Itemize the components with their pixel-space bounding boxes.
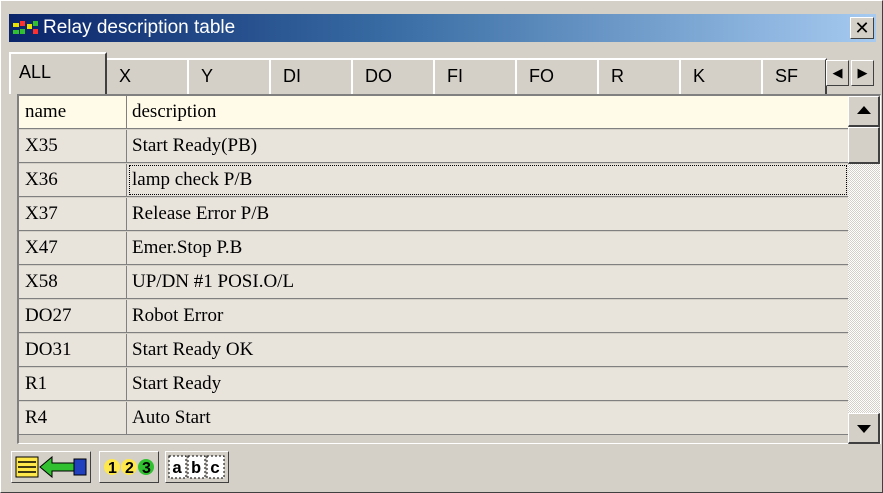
numbered-sort-icon: 1 2 3 [104, 459, 154, 477]
relay-name-cell[interactable]: X36 [19, 164, 127, 196]
tab-all[interactable]: ALL [9, 52, 107, 94]
relay-description-cell[interactable]: Start Ready [128, 368, 848, 400]
relay-name-cell[interactable]: X37 [19, 198, 127, 230]
tab-r[interactable]: R [597, 58, 681, 94]
relay-name-cell[interactable]: DO31 [19, 334, 127, 366]
relay-table[interactable]: name description X35 Start Ready(PB) X36… [19, 96, 848, 444]
tab-fi[interactable]: FI [433, 58, 517, 94]
svg-text:c: c [210, 460, 220, 479]
relay-description-cell[interactable]: lamp check P/B [128, 164, 848, 196]
relay-description-cell[interactable]: Release Error P/B [128, 198, 848, 230]
table-row[interactable]: X37 Release Error P/B [19, 198, 848, 231]
table-row[interactable]: DO27 Robot Error [19, 300, 848, 333]
table-row[interactable]: DO31 Start Ready OK [19, 334, 848, 367]
relay-name-cell[interactable]: X47 [19, 232, 127, 264]
tab-scroll-buttons: ◀ ▶ [826, 60, 874, 86]
title-bar[interactable]: Relay description table ✕ [9, 14, 876, 42]
relay-description-cell[interactable]: Auto Start [128, 402, 848, 434]
alpha-sort-button[interactable]: a b c [165, 451, 229, 483]
relay-description-cell[interactable]: UP/DN #1 POSI.O/L [128, 266, 848, 298]
table-header-row: name description [19, 96, 848, 129]
relay-description-cell[interactable]: Emer.Stop P.B [128, 232, 848, 264]
tab-strip: ALL X Y DI DO FI FO R K SF ◀ ▶ [9, 52, 876, 94]
svg-text:2: 2 [125, 460, 134, 477]
table-row[interactable]: X35 Start Ready(PB) [19, 130, 848, 163]
arrow-up-icon [857, 106, 871, 114]
import-button[interactable] [11, 451, 91, 483]
table-row[interactable]: R4 Auto Start [19, 402, 848, 435]
relay-name-cell[interactable]: R1 [19, 368, 127, 400]
relay-description-cell[interactable]: Start Ready(PB) [128, 130, 848, 162]
table-row[interactable]: X47 Emer.Stop P.B [19, 232, 848, 265]
svg-text:a: a [172, 460, 182, 479]
tab-x[interactable]: X [105, 58, 189, 94]
alpha-sort-icon: a b c [168, 455, 225, 479]
tab-k[interactable]: K [679, 58, 763, 94]
relay-description-cell[interactable]: Robot Error [128, 300, 848, 332]
table-row[interactable]: X58 UP/DN #1 POSI.O/L [19, 266, 848, 299]
column-header-name[interactable]: name [19, 96, 127, 128]
svg-text:b: b [191, 460, 201, 479]
scroll-down-button[interactable] [848, 413, 880, 444]
tab-scroll-right-icon[interactable]: ▶ [851, 60, 874, 86]
svg-text:3: 3 [142, 460, 151, 477]
arrow-down-icon [857, 425, 871, 433]
close-button[interactable]: ✕ [850, 17, 874, 39]
relay-name-cell[interactable]: DO27 [19, 300, 127, 332]
table-row-selected[interactable]: X36 lamp check P/B [19, 164, 848, 197]
tab-sf[interactable]: SF [761, 58, 827, 94]
relay-description-cell[interactable]: Start Ready OK [128, 334, 848, 366]
import-arrow-icon [15, 455, 87, 479]
svg-text:1: 1 [108, 460, 117, 477]
scroll-up-button[interactable] [848, 96, 880, 127]
bottom-toolbar: 1 2 3 a b c [9, 447, 876, 487]
relay-table-frame: name description X35 Start Ready(PB) X36… [17, 94, 881, 444]
vertical-scrollbar[interactable] [848, 96, 880, 444]
tab-y[interactable]: Y [187, 58, 271, 94]
scrollbar-thumb[interactable] [848, 127, 880, 164]
relay-app-icon [13, 21, 38, 34]
tab-do[interactable]: DO [351, 58, 435, 94]
column-header-description[interactable]: description [128, 96, 848, 128]
relay-description-window: Relay description table ✕ ALL X Y DI DO … [0, 0, 883, 493]
relay-name-cell[interactable]: X58 [19, 266, 127, 298]
tab-di[interactable]: DI [269, 58, 353, 94]
numeric-sort-button[interactable]: 1 2 3 [99, 451, 159, 483]
tab-scroll-left-icon[interactable]: ◀ [826, 60, 849, 86]
relay-name-cell[interactable]: X35 [19, 130, 127, 162]
relay-name-cell[interactable]: R4 [19, 402, 127, 434]
window-title: Relay description table [43, 17, 236, 38]
table-row[interactable]: R1 Start Ready [19, 368, 848, 401]
tab-fo[interactable]: FO [515, 58, 599, 94]
